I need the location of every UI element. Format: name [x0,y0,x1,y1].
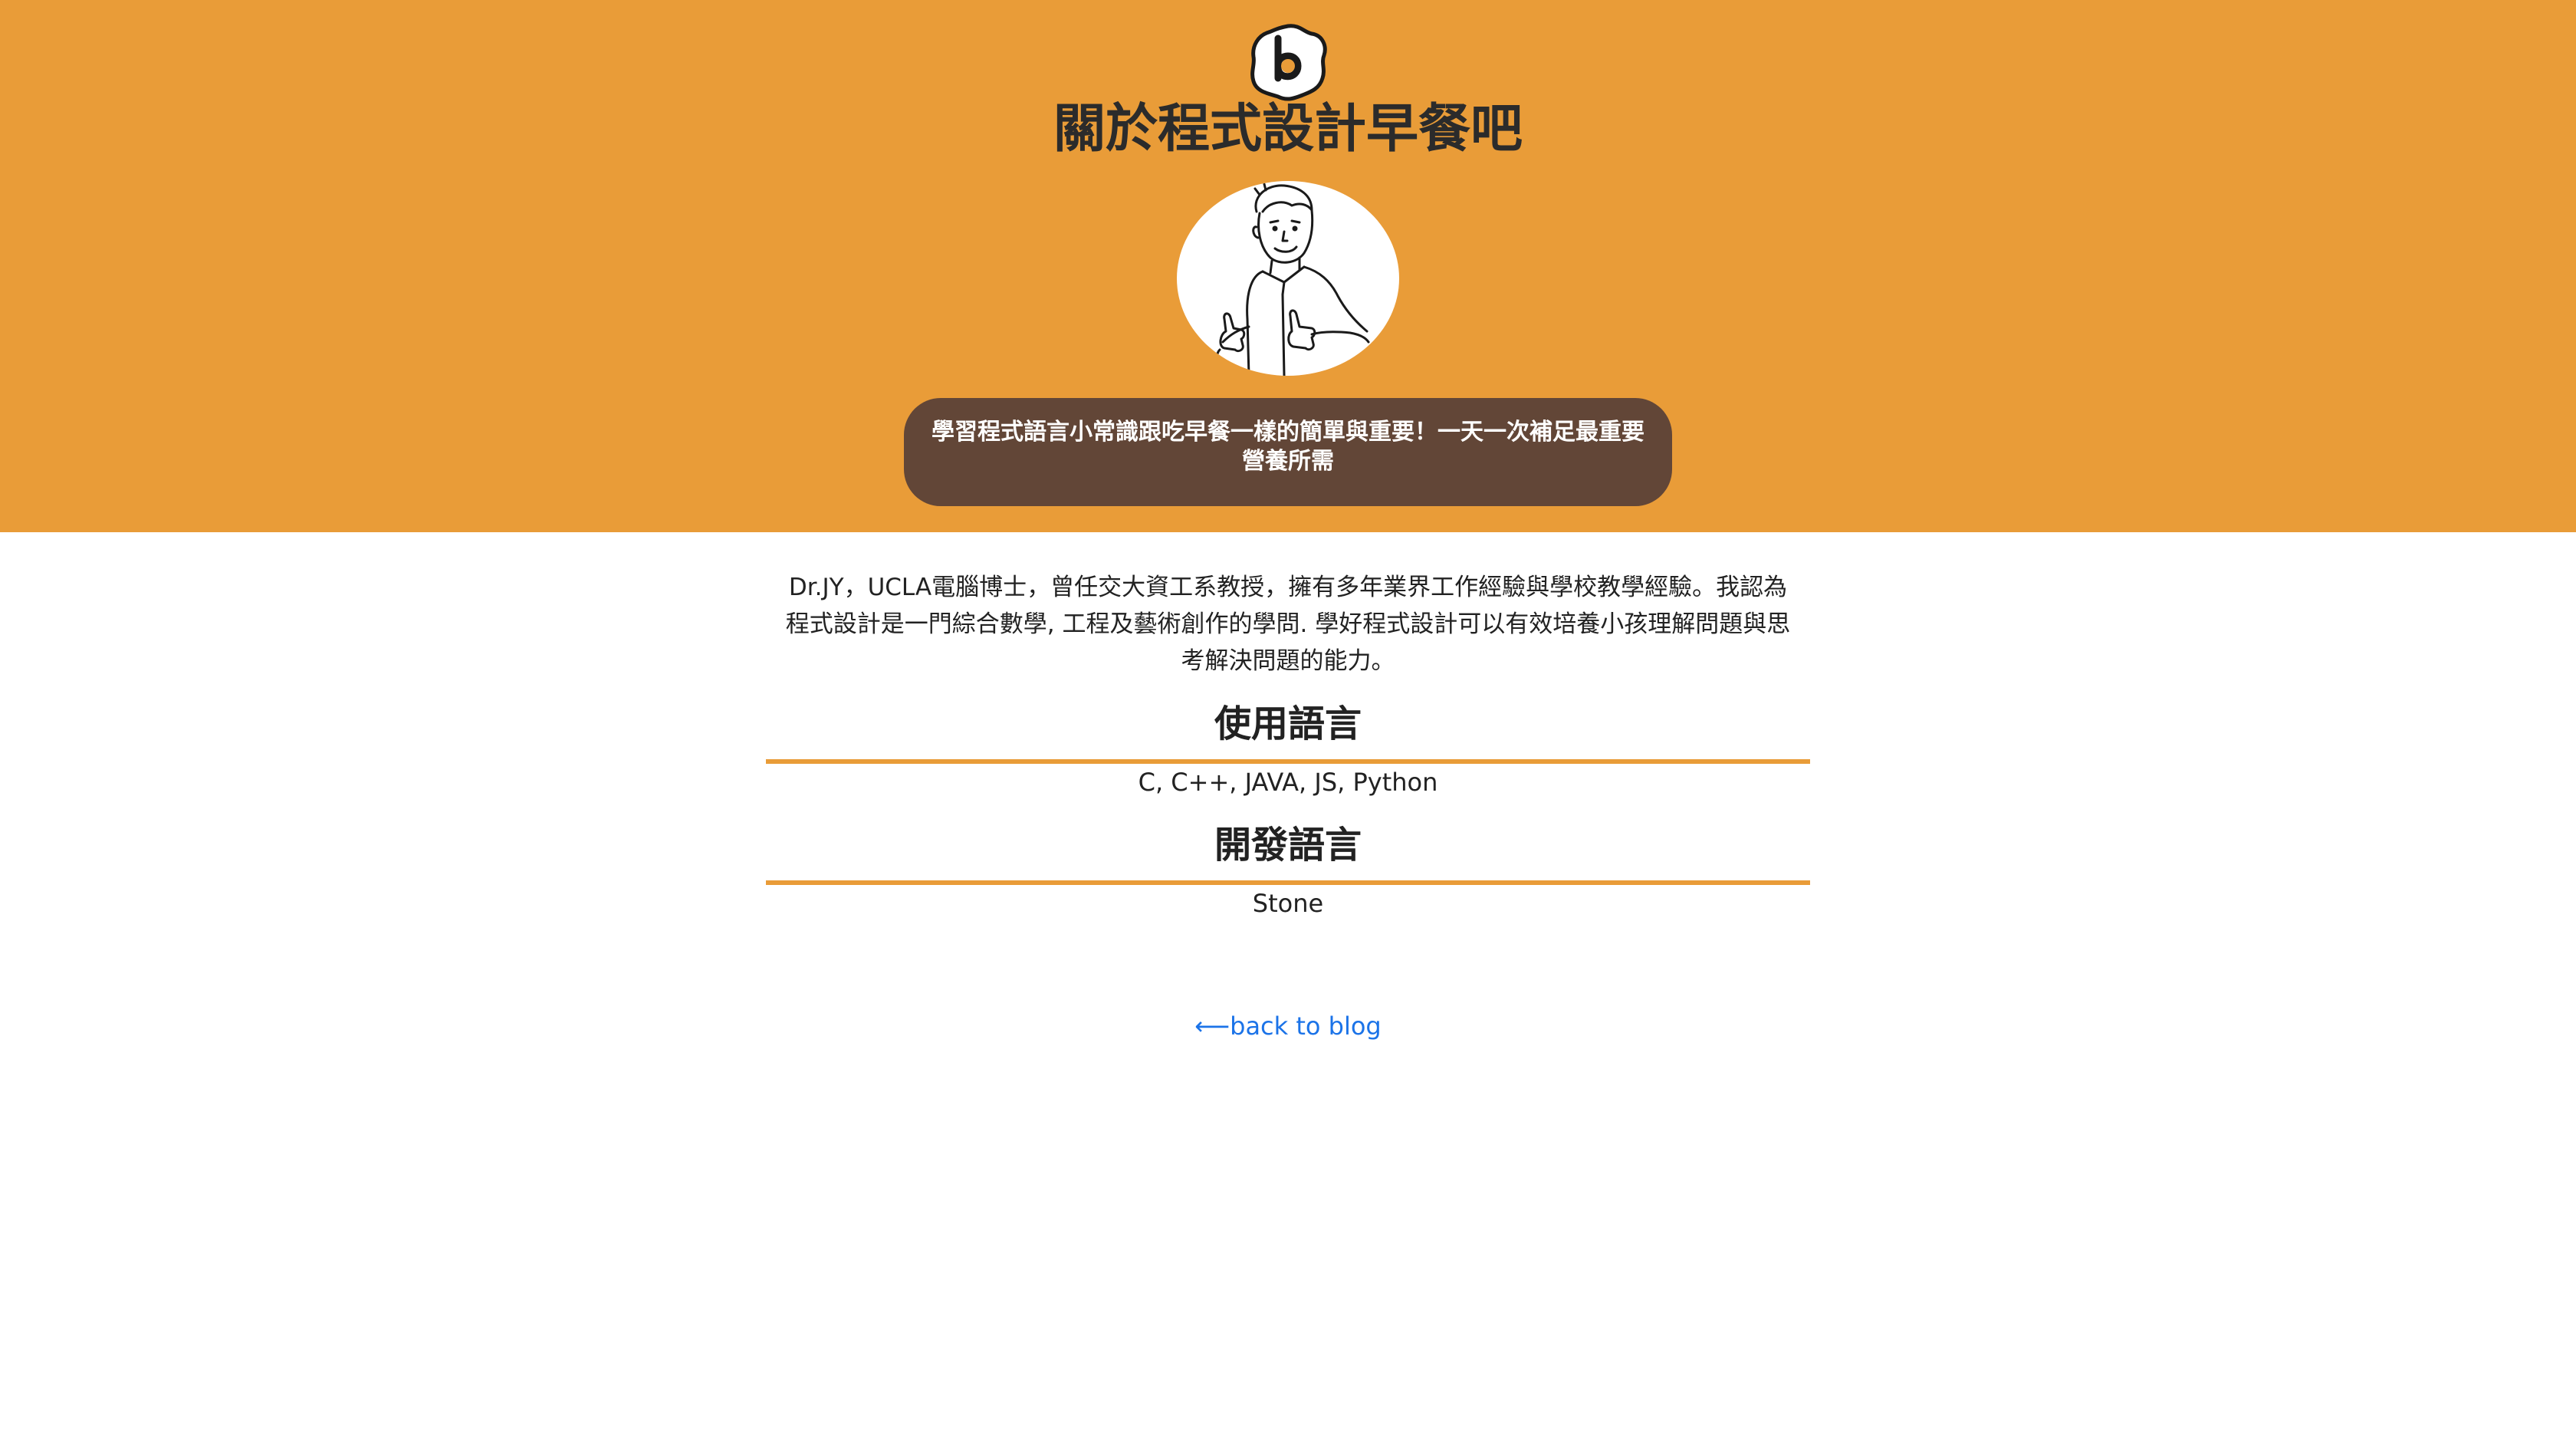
left-arrow-icon: ⟵ [1194,1012,1230,1041]
back-to-blog-label: back to blog [1230,1012,1382,1041]
back-to-blog-link[interactable]: ⟵back to blog [0,1009,2576,1043]
hero-banner: 關於程式設計早餐吧 學習程式語言小常識跟吃早餐一樣的簡單與重要！一天一次補足最重… [0,0,2576,532]
man-thumbs-up-illustration [1216,183,1370,376]
section-divider [766,880,1810,885]
page-title: 關於程式設計早餐吧 [1053,98,1523,160]
section-title-dev-language: 開發語言 [1214,824,1362,867]
section-body-dev-language: Stone [1252,889,1324,918]
author-avatar [1177,181,1399,376]
author-intro: Dr.JY，UCLA電腦博士，曾任交大資工系教授，擁有多年業界工作經驗與學校教學… [785,574,1791,675]
section-title-languages-used: 使用語言 [1214,702,1362,745]
section-body-languages-used: C, C++, JAVA, JS, Python [1138,768,1438,797]
section-divider [766,759,1810,764]
tagline-banner: 學習程式語言小常識跟吃早餐一樣的簡單與重要！一天一次補足最重要營養所需 [904,398,1672,506]
